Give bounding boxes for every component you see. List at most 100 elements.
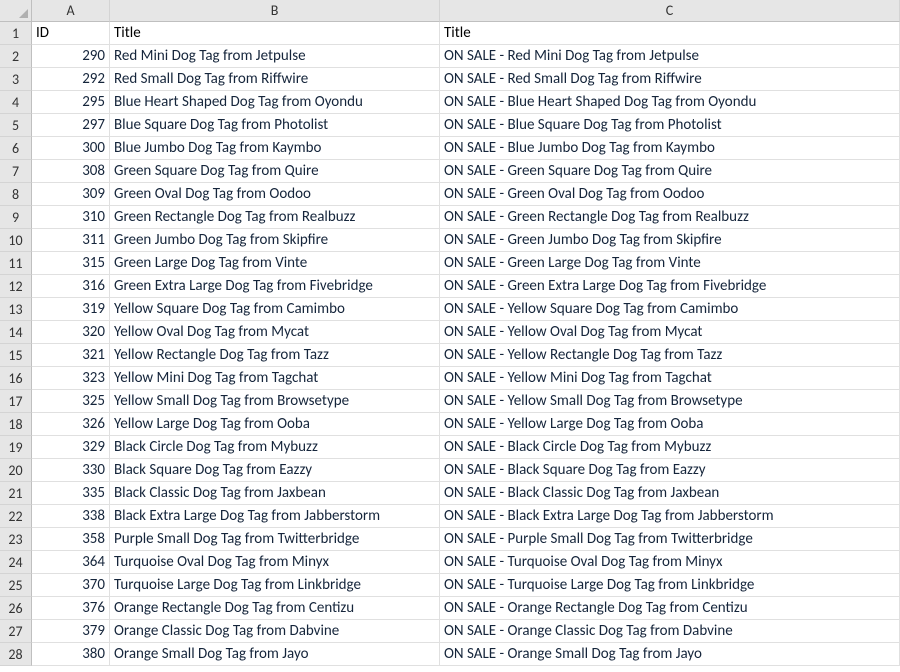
cell-title[interactable]: Green Large Dog Tag from Vinte — [110, 252, 440, 275]
cell-id[interactable]: 308 — [32, 160, 110, 183]
cell-title[interactable]: Turquoise Large Dog Tag from Linkbridge — [110, 574, 440, 597]
cell-id[interactable]: 364 — [32, 551, 110, 574]
cell-id[interactable]: 309 — [32, 183, 110, 206]
cell-title-onsale[interactable]: ON SALE - Black Extra Large Dog Tag from… — [440, 505, 900, 528]
row-head[interactable]: 20 — [0, 459, 32, 482]
cell-id[interactable]: 358 — [32, 528, 110, 551]
cell-title[interactable]: Red Small Dog Tag from Riffwire — [110, 68, 440, 91]
cell-title-onsale[interactable]: ON SALE - Blue Square Dog Tag from Photo… — [440, 114, 900, 137]
row-head[interactable]: 6 — [0, 137, 32, 160]
cell-title[interactable]: Black Classic Dog Tag from Jaxbean — [110, 482, 440, 505]
cell-title-onsale[interactable]: ON SALE - Red Small Dog Tag from Riffwir… — [440, 68, 900, 91]
row-head[interactable]: 11 — [0, 252, 32, 275]
cell-id[interactable]: 297 — [32, 114, 110, 137]
cell-id[interactable]: 311 — [32, 229, 110, 252]
cell-title-onsale[interactable]: ON SALE - Green Rectangle Dog Tag from R… — [440, 206, 900, 229]
row-head[interactable]: 13 — [0, 298, 32, 321]
cell-title-onsale[interactable]: ON SALE - Black Circle Dog Tag from Mybu… — [440, 436, 900, 459]
cell-id[interactable]: 379 — [32, 620, 110, 643]
cell-id[interactable]: 310 — [32, 206, 110, 229]
cell-title-onsale[interactable]: ON SALE - Yellow Rectangle Dog Tag from … — [440, 344, 900, 367]
row-head[interactable]: 9 — [0, 206, 32, 229]
cell-title[interactable]: Blue Jumbo Dog Tag from Kaymbo — [110, 137, 440, 160]
cell-id[interactable]: 320 — [32, 321, 110, 344]
cell-title-onsale[interactable]: ON SALE - Black Square Dog Tag from Eazz… — [440, 459, 900, 482]
row-head[interactable]: 18 — [0, 413, 32, 436]
cell-b1[interactable]: Title — [110, 22, 440, 45]
cell-id[interactable]: 315 — [32, 252, 110, 275]
cell-title-onsale[interactable]: ON SALE - Blue Heart Shaped Dog Tag from… — [440, 91, 900, 114]
col-head-b[interactable]: B — [110, 0, 440, 22]
cell-title-onsale[interactable]: ON SALE - Orange Small Dog Tag from Jayo — [440, 643, 900, 666]
cell-title[interactable]: Green Square Dog Tag from Quire — [110, 160, 440, 183]
cell-id[interactable]: 380 — [32, 643, 110, 666]
row-head[interactable]: 28 — [0, 643, 32, 666]
cell-title-onsale[interactable]: ON SALE - Blue Jumbo Dog Tag from Kaymbo — [440, 137, 900, 160]
cell-title-onsale[interactable]: ON SALE - Green Large Dog Tag from Vinte — [440, 252, 900, 275]
cell-id[interactable]: 335 — [32, 482, 110, 505]
cell-title[interactable]: Green Jumbo Dog Tag from Skipfire — [110, 229, 440, 252]
cell-title-onsale[interactable]: ON SALE - Orange Rectangle Dog Tag from … — [440, 597, 900, 620]
cell-id[interactable]: 323 — [32, 367, 110, 390]
cell-title[interactable]: Orange Rectangle Dog Tag from Centizu — [110, 597, 440, 620]
cell-title-onsale[interactable]: ON SALE - Green Extra Large Dog Tag from… — [440, 275, 900, 298]
cell-title[interactable]: Green Extra Large Dog Tag from Fivebridg… — [110, 275, 440, 298]
cell-title[interactable]: Green Oval Dog Tag from Oodoo — [110, 183, 440, 206]
cell-id[interactable]: 290 — [32, 45, 110, 68]
spreadsheet-grid[interactable]: A B C 1 ID Title Title 2290Red Mini Dog … — [0, 0, 900, 666]
cell-id[interactable]: 326 — [32, 413, 110, 436]
cell-id[interactable]: 295 — [32, 91, 110, 114]
cell-title[interactable]: Yellow Rectangle Dog Tag from Tazz — [110, 344, 440, 367]
cell-id[interactable]: 330 — [32, 459, 110, 482]
row-head[interactable]: 3 — [0, 68, 32, 91]
row-head[interactable]: 27 — [0, 620, 32, 643]
cell-title[interactable]: Purple Small Dog Tag from Twitterbridge — [110, 528, 440, 551]
cell-a1[interactable]: ID — [32, 22, 110, 45]
row-head[interactable]: 5 — [0, 114, 32, 137]
row-head[interactable]: 12 — [0, 275, 32, 298]
cell-title[interactable]: Yellow Square Dog Tag from Camimbo — [110, 298, 440, 321]
row-head[interactable]: 7 — [0, 160, 32, 183]
cell-title[interactable]: Red Mini Dog Tag from Jetpulse — [110, 45, 440, 68]
cell-title-onsale[interactable]: ON SALE - Yellow Square Dog Tag from Cam… — [440, 298, 900, 321]
cell-title-onsale[interactable]: ON SALE - Turquoise Large Dog Tag from L… — [440, 574, 900, 597]
cell-title[interactable]: Black Circle Dog Tag from Mybuzz — [110, 436, 440, 459]
col-head-a[interactable]: A — [32, 0, 110, 22]
row-head[interactable]: 22 — [0, 505, 32, 528]
cell-id[interactable]: 300 — [32, 137, 110, 160]
row-head[interactable]: 15 — [0, 344, 32, 367]
row-head[interactable]: 2 — [0, 45, 32, 68]
cell-title[interactable]: Yellow Mini Dog Tag from Tagchat — [110, 367, 440, 390]
row-head[interactable]: 16 — [0, 367, 32, 390]
cell-title-onsale[interactable]: ON SALE - Yellow Oval Dog Tag from Mycat — [440, 321, 900, 344]
cell-title-onsale[interactable]: ON SALE - Purple Small Dog Tag from Twit… — [440, 528, 900, 551]
row-head[interactable]: 10 — [0, 229, 32, 252]
cell-title[interactable]: Blue Heart Shaped Dog Tag from Oyondu — [110, 91, 440, 114]
row-head[interactable]: 23 — [0, 528, 32, 551]
row-head[interactable]: 1 — [0, 22, 32, 45]
cell-id[interactable]: 325 — [32, 390, 110, 413]
cell-title-onsale[interactable]: ON SALE - Green Oval Dog Tag from Oodoo — [440, 183, 900, 206]
cell-title[interactable]: Green Rectangle Dog Tag from Realbuzz — [110, 206, 440, 229]
cell-title[interactable]: Black Square Dog Tag from Eazzy — [110, 459, 440, 482]
cell-title[interactable]: Yellow Oval Dog Tag from Mycat — [110, 321, 440, 344]
row-head[interactable]: 19 — [0, 436, 32, 459]
cell-title[interactable]: Black Extra Large Dog Tag from Jabbersto… — [110, 505, 440, 528]
cell-title[interactable]: Yellow Large Dog Tag from Ooba — [110, 413, 440, 436]
row-head[interactable]: 8 — [0, 183, 32, 206]
row-head[interactable]: 14 — [0, 321, 32, 344]
cell-title-onsale[interactable]: ON SALE - Yellow Mini Dog Tag from Tagch… — [440, 367, 900, 390]
select-all-corner[interactable] — [0, 0, 32, 22]
cell-id[interactable]: 319 — [32, 298, 110, 321]
cell-title-onsale[interactable]: ON SALE - Yellow Small Dog Tag from Brow… — [440, 390, 900, 413]
cell-title-onsale[interactable]: ON SALE - Green Square Dog Tag from Quir… — [440, 160, 900, 183]
row-head[interactable]: 25 — [0, 574, 32, 597]
row-head[interactable]: 26 — [0, 597, 32, 620]
cell-id[interactable]: 376 — [32, 597, 110, 620]
cell-id[interactable]: 329 — [32, 436, 110, 459]
cell-title-onsale[interactable]: ON SALE - Black Classic Dog Tag from Jax… — [440, 482, 900, 505]
cell-c1[interactable]: Title — [440, 22, 900, 45]
row-head[interactable]: 4 — [0, 91, 32, 114]
cell-title[interactable]: Orange Small Dog Tag from Jayo — [110, 643, 440, 666]
row-head[interactable]: 17 — [0, 390, 32, 413]
